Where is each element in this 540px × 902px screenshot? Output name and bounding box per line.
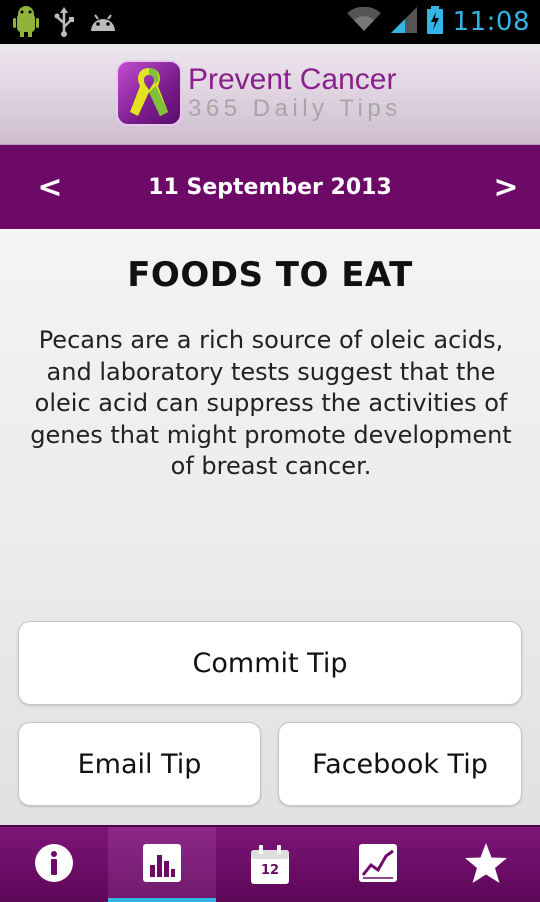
nav-stats[interactable] bbox=[108, 827, 216, 902]
status-right-icons: 11:08 bbox=[346, 0, 530, 44]
email-tip-button[interactable]: Email Tip bbox=[18, 722, 261, 806]
status-bar: 11:08 bbox=[0, 0, 540, 44]
android-debug-icon bbox=[12, 6, 40, 42]
battery-charging-icon bbox=[426, 6, 443, 38]
facebook-tip-button[interactable]: Facebook Tip bbox=[278, 722, 522, 806]
tip-text: Pecans are a rich source of oleic acids,… bbox=[30, 326, 512, 480]
bottom-nav: 12 bbox=[0, 825, 540, 902]
nav-calendar[interactable]: 12 bbox=[216, 827, 324, 902]
signal-icon bbox=[390, 7, 417, 37]
logo-title: Prevent Cancer bbox=[188, 63, 397, 96]
app-logo: Prevent Cancer 365 Daily Tips bbox=[116, 60, 402, 126]
info-icon bbox=[34, 843, 74, 887]
app-header: Prevent Cancer 365 Daily Tips bbox=[0, 44, 540, 145]
calendar-icon: 12 bbox=[249, 844, 291, 886]
next-day-button[interactable]: > bbox=[476, 145, 536, 229]
logo-subtitle: 365 Daily Tips bbox=[188, 95, 402, 122]
usb-icon bbox=[54, 7, 74, 41]
date-nav-bar: 11 September 2013 < > bbox=[0, 145, 540, 229]
ribbon-icon bbox=[126, 64, 172, 122]
nav-progress[interactable] bbox=[324, 827, 432, 902]
nav-info[interactable] bbox=[0, 827, 108, 902]
logo-text: Prevent Cancer 365 Daily Tips bbox=[188, 65, 402, 121]
tip-content: FOODS TO EAT Pecans are a rich source of… bbox=[0, 229, 540, 825]
tip-title: FOODS TO EAT bbox=[127, 255, 413, 295]
previous-day-button[interactable]: < bbox=[20, 145, 80, 229]
line-chart-icon bbox=[358, 843, 398, 887]
calendar-day-label: 12 bbox=[260, 862, 280, 878]
bar-chart-icon bbox=[142, 843, 182, 887]
android-icon bbox=[88, 11, 118, 37]
logo-badge bbox=[116, 60, 182, 126]
wifi-icon bbox=[346, 6, 381, 37]
commit-tip-button[interactable]: Commit Tip bbox=[18, 621, 522, 705]
status-left-icons bbox=[12, 6, 118, 42]
current-date: 11 September 2013 bbox=[148, 174, 392, 200]
clock: 11:08 bbox=[452, 7, 530, 37]
nav-favorites[interactable] bbox=[432, 827, 540, 902]
star-icon bbox=[464, 842, 508, 888]
